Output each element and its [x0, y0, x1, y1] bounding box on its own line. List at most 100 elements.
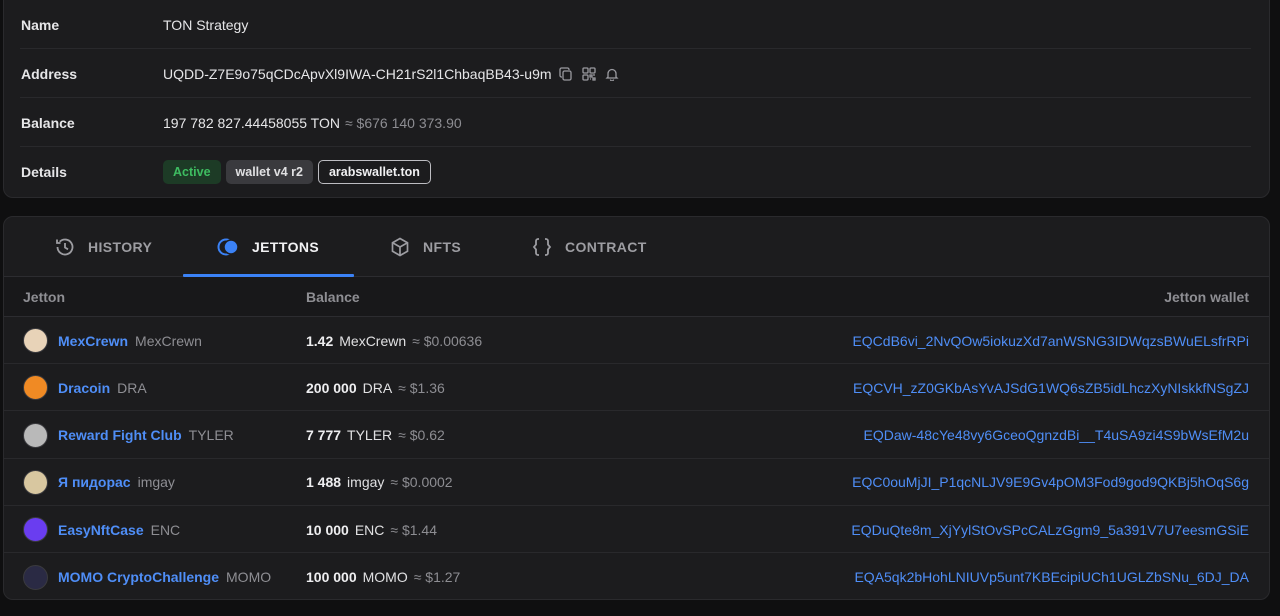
jetton-wallet-address[interactable]: EQC0ouMjJI_P1qcNLJV9E9Gv4pOM3Fod9god9QKB… — [852, 474, 1249, 490]
jetton-symbol: MOMO — [226, 569, 272, 585]
tab-nfts-label: NFTS — [423, 239, 462, 255]
jetton-avatar — [23, 517, 48, 543]
tab-contract[interactable]: CONTRACT — [529, 217, 647, 277]
balance-cell: 7 777 TYLER ≈ $0.62 — [306, 412, 445, 459]
jetton-wallet-address[interactable]: EQA5qk2bHohLNIUVp5unt7KBEcipiUCh1UGLZbSN… — [854, 569, 1249, 585]
wallet-cell: EQA5qk2bHohLNIUVp5unt7KBEcipiUCh1UGLZbSN… — [854, 554, 1249, 600]
tab-nfts[interactable]: NFTS — [387, 217, 461, 277]
jetton-wallet-address[interactable]: EQCdB6vi_2NvQOw5iokuzXd7anWSNG3IDWqzsBWu… — [852, 333, 1249, 349]
jetton-cell: Я пидорас imgay — [23, 459, 175, 506]
jetton-usd-value: ≈ $0.62 — [398, 427, 445, 444]
jetton-wallet-address[interactable]: EQCVH_zZ0GKbAsYvAJSdG1WQ6sZB5idLhczXyNIs… — [853, 380, 1249, 396]
address-row: Address UQDD-Z7E9o75qCDcApvXl9IWA-CH21rS… — [20, 50, 1251, 98]
tab-bar: HISTORY JETTONS NFTS CONTRACT — [4, 217, 1269, 277]
balance-usd: ≈ $676 140 373.90 — [344, 114, 462, 131]
name-row: Name TON Strategy — [20, 1, 1251, 49]
table-row[interactable]: Я пидорас imgay 1 488 imgay ≈ $0.0002 EQC0ouM… — [4, 459, 1269, 506]
jetton-unit: ENC — [354, 521, 385, 538]
account-address[interactable]: UQDD-Z7E9o75qCDcApvXl9IWA-CH21rS2l1Chbaq… — [163, 66, 552, 82]
jetton-usd-value: ≈ $1.36 — [398, 379, 445, 396]
details-row: Details Active wallet v4 r2 arabswallet.… — [20, 148, 1251, 196]
jetton-avatar — [23, 564, 48, 590]
jetton-amount: 1.42 — [306, 332, 334, 349]
details-label: Details — [21, 164, 67, 180]
nfts-icon — [387, 234, 413, 260]
jetton-name[interactable]: Dracoin — [58, 380, 110, 396]
contract-icon — [529, 234, 555, 260]
tab-history-label: HISTORY — [88, 239, 153, 255]
column-jetton-wallet: Jetton wallet — [1164, 289, 1249, 305]
jetton-unit: DRA — [362, 379, 393, 396]
jetton-wallet-address[interactable]: EQDaw-48cYe48vy6GceoQgnzdBi__T4uSA9zi4S9… — [864, 427, 1249, 443]
wallet-cell: EQDaw-48cYe48vy6GceoQgnzdBi__T4uSA9zi4S9… — [864, 412, 1249, 459]
copy-icon[interactable] — [557, 65, 575, 83]
account-info-card: Name TON Strategy Address UQDD-Z7E9o75qC… — [3, 0, 1270, 198]
jetton-cell: MOMO CryptoChallenge MOMO — [23, 554, 272, 600]
tab-contract-label: CONTRACT — [565, 239, 647, 255]
jetton-name[interactable]: EasyNftCase — [58, 522, 144, 538]
jetton-cell: EasyNftCase ENC — [23, 506, 180, 553]
table-row[interactable]: MOMO CryptoChallenge MOMO 100 000 MOMO ≈ $1.… — [4, 554, 1269, 600]
jettons-icon — [216, 234, 242, 260]
jetton-unit: imgay — [347, 474, 385, 491]
wallet-cell: EQC0ouMjJI_P1qcNLJV9E9Gv4pOM3Fod9god9QKB… — [852, 459, 1249, 506]
status-badge: Active — [163, 160, 221, 184]
address-value-group: UQDD-Z7E9o75qCDcApvXl9IWA-CH21rS2l1Chbaq… — [163, 65, 621, 83]
jetton-symbol: TYLER — [188, 427, 234, 444]
jetton-name[interactable]: Я пидорас — [58, 474, 131, 490]
jetton-symbol: ENC — [150, 521, 181, 538]
account-name: TON Strategy — [163, 16, 249, 33]
balance-cell: 1 488 imgay ≈ $0.0002 — [306, 459, 453, 506]
bell-icon[interactable] — [603, 65, 621, 83]
history-icon — [52, 234, 78, 260]
jetton-amount: 10 000 — [306, 521, 349, 538]
tab-jettons-label: JETTONS — [252, 239, 320, 255]
table-row[interactable]: MexCrewn MexCrewn 1.42 MexCrewn ≈ $0.00636 EQ… — [4, 317, 1269, 364]
domain-badge[interactable]: arabswallet.ton — [317, 160, 431, 184]
details-badges: Active wallet v4 r2 arabswallet.ton — [163, 160, 436, 184]
name-label: Name — [21, 16, 60, 33]
jetton-amount: 7 777 — [306, 427, 342, 444]
jetton-cell: MexCrewn MexCrewn — [23, 317, 202, 364]
balance-cell: 200 000 DRA ≈ $1.36 — [306, 364, 445, 411]
tab-jettons[interactable]: JETTONS — [216, 217, 319, 277]
jetton-usd-value: ≈ $1.27 — [413, 569, 461, 585]
tab-history[interactable]: HISTORY — [52, 217, 152, 277]
jetton-wallet-address[interactable]: EQDuQte8m_XjYylStOvSPcCALzGgm9_5a391V7U7… — [851, 522, 1249, 538]
balance-ton: 197 782 827.44458055 TON — [163, 114, 340, 131]
jetton-avatar — [23, 422, 48, 448]
jetton-symbol: DRA — [117, 379, 147, 396]
jetton-amount: 1 488 — [306, 474, 342, 491]
table-header: Jetton Balance Jetton wallet — [4, 277, 1269, 317]
jetton-usd-value: ≈ $1.44 — [390, 521, 437, 538]
jetton-symbol: MexCrewn — [135, 332, 202, 349]
jetton-amount: 200 000 — [306, 379, 357, 396]
table-row[interactable]: EasyNftCase ENC 10 000 ENC ≈ $1.44 EQDuQte8m_… — [4, 506, 1269, 554]
jetton-name[interactable]: Reward Fight Club — [58, 427, 182, 443]
jetton-usd-value: ≈ $0.0002 — [390, 474, 453, 491]
column-balance: Balance — [306, 289, 360, 305]
wallet-cell: EQCVH_zZ0GKbAsYvAJSdG1WQ6sZB5idLhczXyNIs… — [853, 364, 1249, 411]
balance-row: Balance 197 782 827.44458055 TON ≈ $676 … — [20, 99, 1251, 147]
jetton-symbol: imgay — [137, 474, 175, 491]
jettons-card: HISTORY JETTONS NFTS CONTRACT Jetton Bal… — [3, 216, 1270, 600]
balance-value-group: 197 782 827.44458055 TON ≈ $676 140 373.… — [163, 115, 462, 131]
address-label: Address — [21, 65, 78, 82]
jetton-usd-value: ≈ $0.00636 — [412, 332, 483, 349]
jetton-amount: 100 000 — [306, 569, 357, 585]
jetton-unit: MexCrewn — [339, 332, 407, 349]
balance-cell: 1.42 MexCrewn ≈ $0.00636 — [306, 317, 482, 364]
jetton-unit: TYLER — [347, 427, 393, 444]
jetton-name[interactable]: MOMO CryptoChallenge — [58, 569, 219, 585]
table-row[interactable]: Reward Fight Club TYLER 7 777 TYLER ≈ $0.62 E… — [4, 412, 1269, 459]
jetton-cell: Dracoin DRA — [23, 364, 147, 411]
wallet-version-badge: wallet v4 r2 — [225, 160, 313, 184]
table-row[interactable]: Dracoin DRA 200 000 DRA ≈ $1.36 EQCVH_zZ0GKbA… — [4, 364, 1269, 412]
balance-cell: 100 000 MOMO ≈ $1.27 — [306, 554, 461, 600]
jetton-name[interactable]: MexCrewn — [58, 333, 128, 349]
jetton-avatar — [23, 375, 48, 401]
qr-code-icon[interactable] — [580, 65, 598, 83]
balance-label: Balance — [21, 114, 75, 131]
jetton-cell: Reward Fight Club TYLER — [23, 412, 234, 459]
wallet-cell: EQDuQte8m_XjYylStOvSPcCALzGgm9_5a391V7U7… — [851, 506, 1249, 553]
